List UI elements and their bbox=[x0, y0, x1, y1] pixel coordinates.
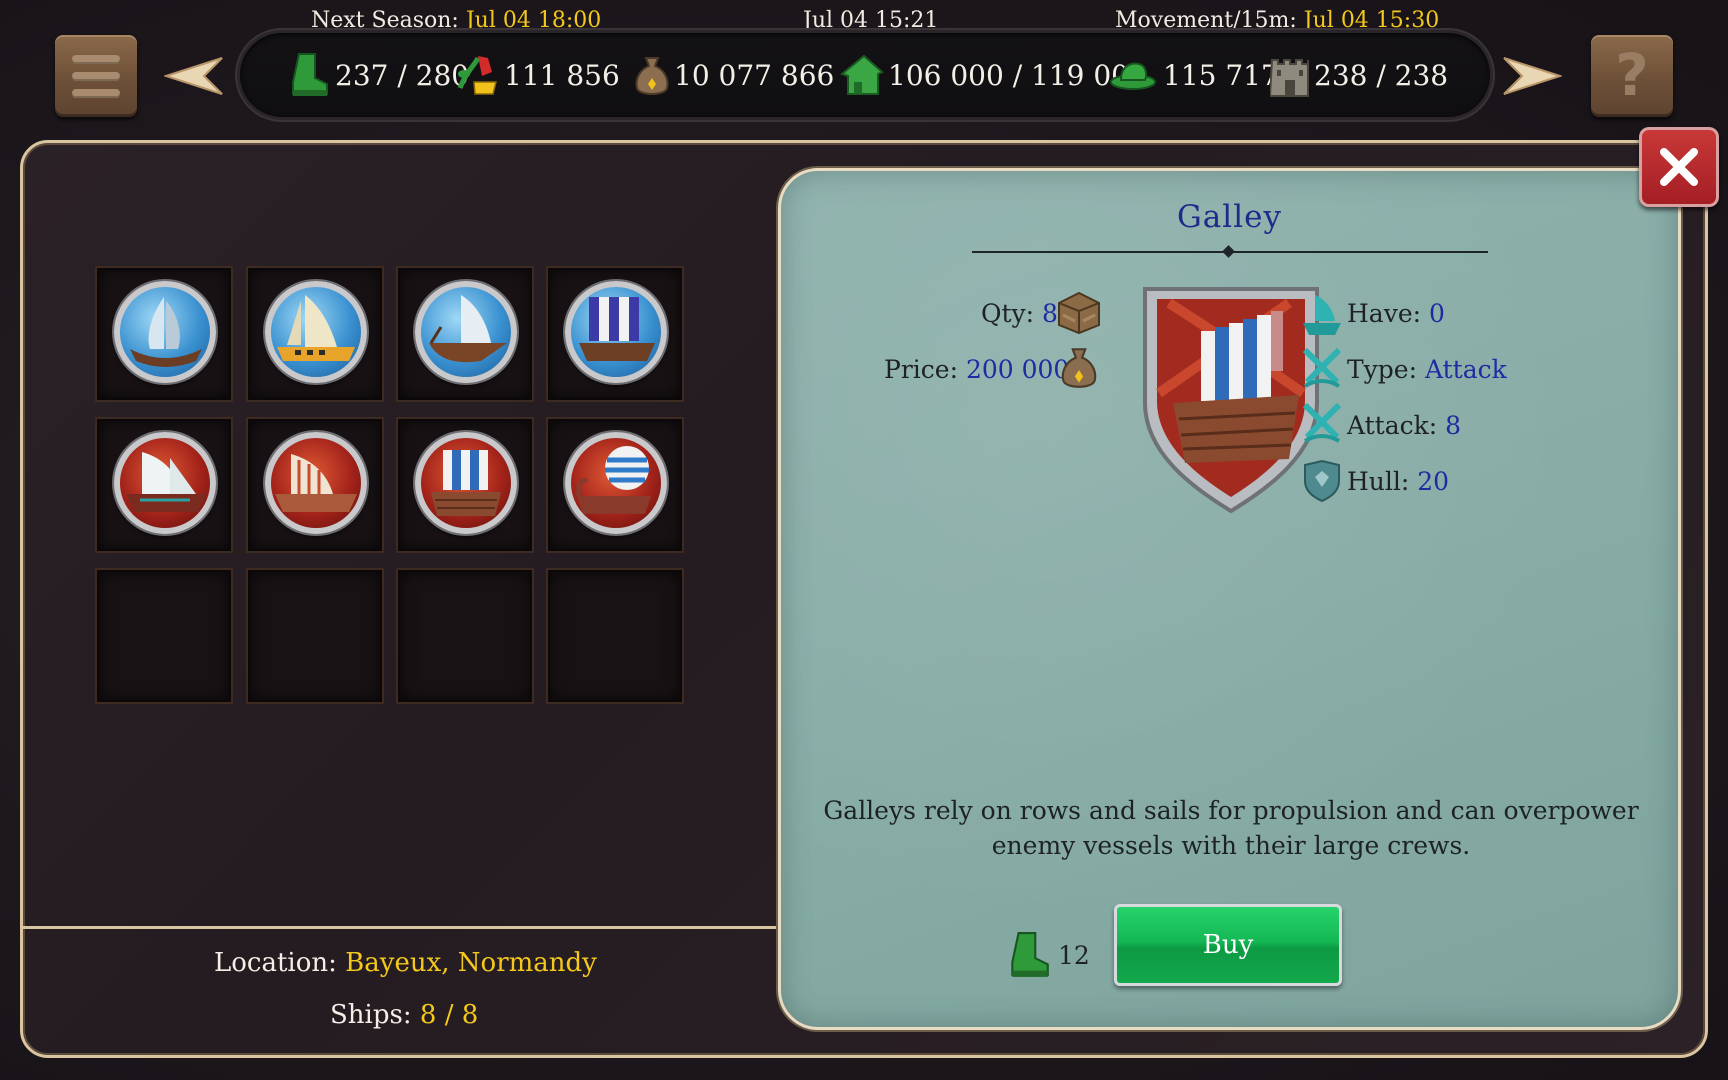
ship-slot-4[interactable] bbox=[546, 266, 684, 402]
next-arrow-button[interactable] bbox=[1500, 54, 1562, 98]
attack-stat: Attack: 8 bbox=[1347, 411, 1461, 440]
empty-ship-slot[interactable] bbox=[95, 568, 233, 704]
next-season-value: Jul 04 18:00 bbox=[465, 8, 602, 33]
ship-slot-5[interactable] bbox=[95, 417, 233, 553]
ship-slot-galley[interactable] bbox=[396, 417, 534, 553]
next-season-info: Next Season: Jul 04 18:00 bbox=[311, 8, 601, 33]
empty-ship-slot[interactable] bbox=[396, 568, 534, 704]
ship-have-icon bbox=[1303, 295, 1341, 335]
attack-swords-icon bbox=[1302, 402, 1342, 443]
ship-slot-1[interactable] bbox=[95, 266, 233, 402]
hull-value: 20 bbox=[1417, 467, 1450, 496]
hull-label: Hull: bbox=[1347, 467, 1410, 496]
location-divider bbox=[23, 926, 780, 929]
type-value: Attack bbox=[1424, 355, 1507, 384]
location-label: Location: bbox=[214, 948, 337, 978]
shield-icon bbox=[1304, 459, 1340, 503]
have-value: 0 bbox=[1429, 299, 1445, 328]
type-label: Type: bbox=[1347, 355, 1418, 384]
resource-bar: 237 / 280 111 856 10 077 866 106 000 / 1… bbox=[240, 33, 1490, 117]
help-button[interactable]: ? bbox=[1591, 35, 1673, 117]
help-label: ? bbox=[1615, 41, 1649, 109]
ship-slot-6[interactable] bbox=[246, 417, 384, 553]
price-label: Price: bbox=[884, 355, 958, 384]
resource-castles-value: 238 / 238 bbox=[1314, 58, 1449, 92]
ship-icon bbox=[114, 432, 216, 534]
boot-icon bbox=[1011, 932, 1049, 977]
ship-icon bbox=[265, 432, 367, 534]
resource-housing: 106 000 / 119 000 bbox=[838, 49, 1147, 101]
ship-slot-2[interactable] bbox=[246, 266, 384, 402]
boot-icon bbox=[292, 53, 328, 96]
empty-ship-slot[interactable] bbox=[546, 568, 684, 704]
type-stat: Type: Attack bbox=[1347, 355, 1507, 384]
attack-label: Attack: bbox=[1347, 411, 1438, 440]
crossed-swords-icon bbox=[1302, 347, 1342, 388]
resource-hats: 115 717 bbox=[1109, 49, 1279, 101]
ship-icon bbox=[565, 281, 667, 383]
resource-hats-value: 115 717 bbox=[1163, 58, 1279, 92]
ships-count-label: Ships: bbox=[330, 1000, 412, 1030]
menu-button[interactable] bbox=[55, 35, 137, 117]
galley-shield-icon bbox=[1143, 287, 1319, 514]
qty-label: Qty: bbox=[981, 299, 1035, 328]
ships-count-value: 8 / 8 bbox=[419, 1000, 479, 1030]
movement-cost-value: 12 bbox=[1058, 940, 1090, 970]
server-clock: Jul 04 15:21 bbox=[803, 8, 939, 33]
food-icon bbox=[457, 56, 497, 95]
resource-boots: 237 / 280 bbox=[287, 49, 469, 101]
ship-icon bbox=[415, 281, 517, 383]
movement-info: Movement/15m: Jul 04 15:30 bbox=[1115, 8, 1439, 33]
price-stat: Price: 200 000 bbox=[884, 355, 1069, 384]
resource-housing-value: 106 000 / 119 000 bbox=[888, 58, 1147, 92]
resource-boots-value: 237 / 280 bbox=[335, 58, 470, 92]
hull-stat: Hull: 20 bbox=[1347, 467, 1449, 496]
close-button[interactable] bbox=[1639, 127, 1719, 207]
resource-food-value: 111 856 bbox=[504, 58, 620, 92]
ship-icon bbox=[415, 432, 517, 534]
castle-icon bbox=[1270, 59, 1309, 97]
resource-castles: 238 / 238 bbox=[1270, 49, 1448, 101]
crate-icon bbox=[1058, 291, 1100, 335]
ship-icon bbox=[565, 432, 667, 534]
location-value: Bayeux, Normandy bbox=[345, 948, 597, 978]
ship-description: Galleys rely on rows and sails for propu… bbox=[823, 796, 1639, 860]
price-value: 200 000 bbox=[965, 355, 1070, 384]
ship-slot-8[interactable] bbox=[546, 417, 684, 553]
ship-detail-panel: Galley Qty: 8 Price: 200 000 Have: 0 Typ… bbox=[778, 168, 1681, 1030]
title-diamond bbox=[1222, 245, 1235, 258]
buy-button[interactable]: Buy bbox=[1114, 904, 1342, 986]
attack-value: 8 bbox=[1445, 411, 1462, 440]
resource-money: 10 077 866 bbox=[634, 49, 834, 101]
money-bag-icon bbox=[635, 57, 669, 95]
empty-ship-slot[interactable] bbox=[246, 568, 384, 704]
ship-title: Galley bbox=[1177, 199, 1282, 235]
movement-label: Movement/15m: bbox=[1115, 8, 1297, 33]
house-icon bbox=[839, 54, 884, 95]
resource-food: 111 856 bbox=[456, 49, 620, 101]
next-season-label: Next Season: bbox=[311, 8, 459, 33]
movement-cost: 12 bbox=[1006, 931, 1090, 979]
resource-money-value: 10 077 866 bbox=[674, 58, 835, 92]
have-stat: Have: 0 bbox=[1347, 299, 1445, 328]
ship-slot-3[interactable] bbox=[396, 266, 534, 402]
previous-arrow-button[interactable] bbox=[164, 54, 226, 98]
hat-icon bbox=[1110, 62, 1156, 90]
movement-value: Jul 04 15:30 bbox=[1303, 8, 1440, 33]
ships-count-info: Ships: 8 / 8 bbox=[330, 1000, 478, 1030]
money-bag-icon bbox=[1061, 348, 1097, 388]
have-label: Have: bbox=[1347, 299, 1422, 328]
location-info: Location: Bayeux, Normandy bbox=[214, 948, 597, 978]
close-icon bbox=[1660, 148, 1698, 186]
ship-icon bbox=[114, 281, 216, 383]
qty-stat: Qty: 8 bbox=[981, 299, 1058, 328]
ship-icon bbox=[265, 281, 367, 383]
